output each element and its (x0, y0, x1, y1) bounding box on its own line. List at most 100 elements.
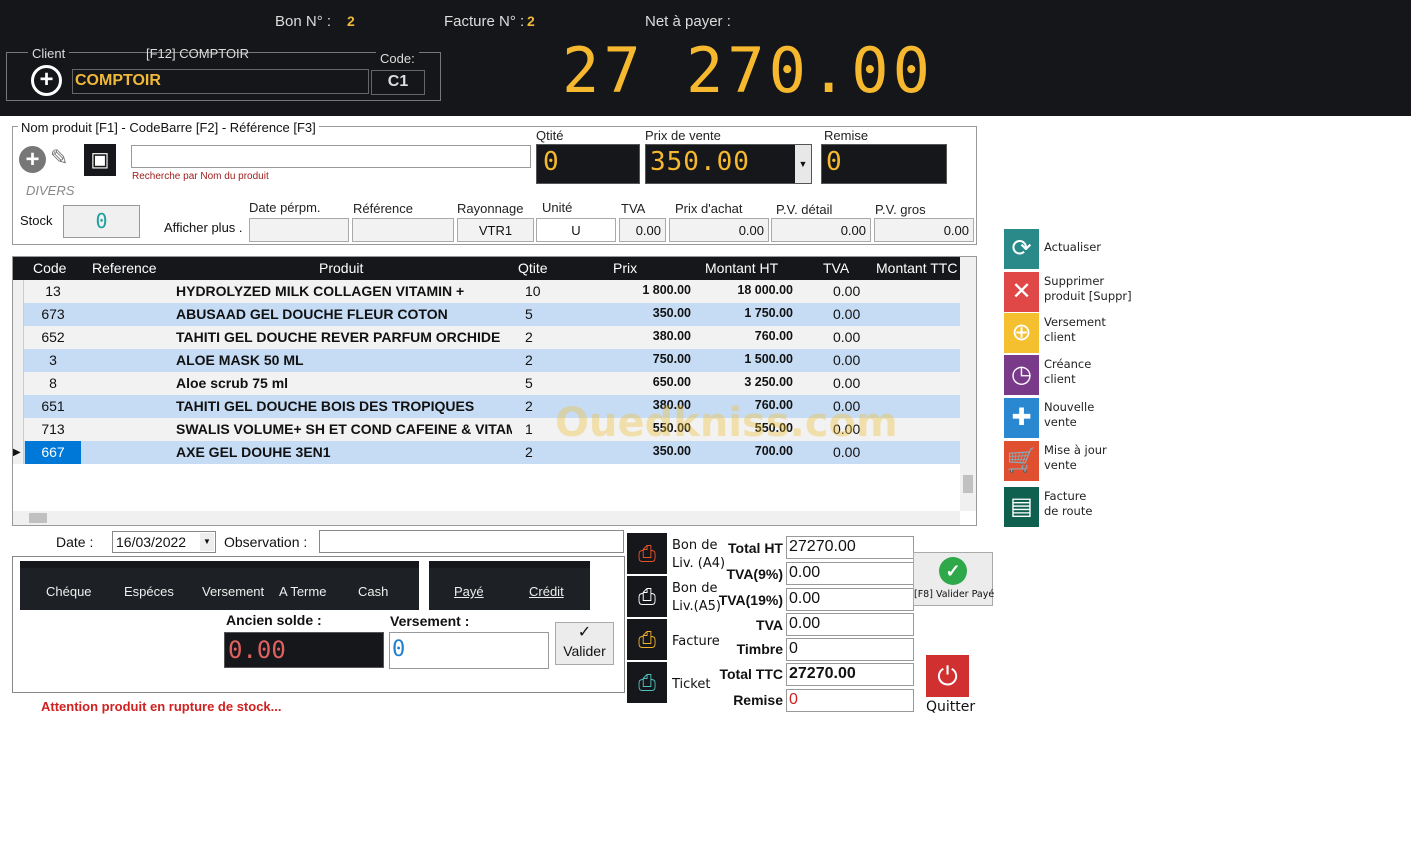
check-circle-icon: ✓ (577, 624, 592, 641)
timbre-field[interactable]: 0 (786, 638, 914, 661)
client-name-field[interactable]: COMPTOIR (72, 69, 369, 94)
printer-icon[interactable]: ⎙ (627, 533, 667, 574)
sidebar-label: Versement (1044, 315, 1106, 329)
row-header[interactable] (13, 280, 24, 303)
code-label: Code: (376, 51, 419, 66)
tva9-label: TVA(9%) (726, 566, 783, 582)
afficher-plus-link[interactable]: Afficher plus . (164, 220, 243, 235)
printer-icon[interactable]: ⎙ (627, 619, 667, 660)
quitter-button[interactable]: Quitter (926, 699, 975, 715)
tab-especes[interactable]: Espéces (124, 584, 174, 599)
chevron-down-icon[interactable]: ▼ (795, 145, 811, 183)
tab-cash[interactable]: Cash (358, 584, 388, 599)
cell-code: 651 (41, 398, 65, 414)
sidebar-item-versement[interactable]: ⊕ Versement client (1004, 313, 1144, 353)
sidebar-item-mise-jour[interactable]: 🛒 Mise à jour vente (1004, 441, 1144, 481)
sidebar-item-supprimer[interactable]: ✕ Supprimer produit [Suppr] (1004, 272, 1144, 312)
pv-detail-label: P.V. détail (776, 202, 833, 217)
power-icon[interactable]: ⏻ (926, 655, 969, 697)
pv-gros-field[interactable]: 0.00 (874, 218, 974, 242)
tab-a-terme[interactable]: A Terme (279, 584, 326, 599)
valider-versement-button[interactable]: ✓ Valider (555, 622, 614, 665)
cell-produit: AXE GEL DOUHE 3EN1 (176, 444, 331, 460)
table-row[interactable]: 652 TAHITI GEL DOUCHE REVER PARFUM ORCHID… (13, 326, 960, 349)
printer-icon[interactable]: ⎙ (627, 576, 667, 617)
col-montant-ht[interactable]: Montant HT (705, 260, 778, 276)
valider-paye-button[interactable]: ✓ [F8] Valider Payé (913, 552, 994, 606)
horizontal-scrollbar[interactable] (13, 511, 960, 525)
sidebar-item-cr-ance[interactable]: ◷ Créance client (1004, 355, 1144, 395)
col-prix[interactable]: Prix (613, 260, 637, 276)
box-icon[interactable]: ▣ (84, 144, 116, 176)
sidebar-label: Facture (1044, 489, 1087, 503)
tab-cheque[interactable]: Chéque (46, 584, 92, 599)
col-qtite[interactable]: Qtite (518, 260, 548, 276)
cell-produit: Aloe scrub 75 ml (176, 375, 289, 391)
row-header[interactable] (13, 303, 24, 326)
cell-code: 713 (41, 421, 65, 437)
tab-versement[interactable]: Versement (202, 584, 264, 599)
sidebar-item-actualiser[interactable]: ⟳ Actualiser (1004, 229, 1144, 269)
row-header[interactable] (13, 395, 24, 418)
client-shortcut[interactable]: [F12] COMPTOIR (146, 46, 249, 61)
total-ttc-label: Total TTC (719, 666, 783, 682)
sidebar-sublabel: vente (1044, 458, 1077, 472)
table-row[interactable]: 3 ALOE MASK 50 ML 2 750.00 1 500.00 0.00 (13, 349, 960, 372)
sales-table[interactable]: Code Reference Produit Qtite Prix Montan… (12, 256, 977, 526)
sidebar-label: Nouvelle (1044, 400, 1095, 414)
col-reference[interactable]: Reference (92, 260, 157, 276)
prix-vente-select[interactable]: 350.00 (645, 144, 812, 184)
sidebar-sublabel: de route (1044, 504, 1093, 518)
versement-input[interactable]: 0 (389, 632, 549, 669)
product-search-input[interactable] (131, 145, 531, 168)
row-header[interactable] (13, 372, 24, 395)
observation-input[interactable] (319, 530, 624, 553)
reference-field[interactable] (352, 218, 454, 242)
sidebar-sublabel: vente (1044, 415, 1077, 429)
product-legend: Nom produit [F1] - CodeBarre [F2] - Réfé… (18, 120, 319, 135)
client-label: Client (28, 46, 70, 61)
date-dropdown-icon[interactable]: ▼ (200, 533, 214, 551)
cell-qte: 10 (525, 283, 541, 299)
col-code[interactable]: Code (33, 260, 66, 276)
sidebar-item-nouvelle[interactable]: ✚ Nouvelle vente (1004, 398, 1144, 438)
cell-code: 673 (41, 306, 65, 322)
sidebar-item-facture[interactable]: ▤ Facture de route (1004, 487, 1144, 527)
client-code-field[interactable]: C1 (371, 70, 425, 95)
row-header[interactable] (13, 418, 24, 441)
rayonnage-field[interactable]: VTR1 (457, 218, 534, 242)
col-produit[interactable]: Produit (319, 260, 363, 276)
cell-mht: 1 500.00 (744, 352, 793, 366)
add-client-icon[interactable]: + (31, 65, 62, 96)
tab-credit[interactable]: Crédit (529, 584, 564, 599)
hscroll-thumb[interactable] (29, 513, 47, 523)
cell-tva: 0.00 (833, 352, 861, 368)
col-tva[interactable]: TVA (823, 260, 849, 276)
table-row[interactable]: 8 Aloe scrub 75 ml 5 650.00 3 250.00 0.00 (13, 372, 960, 395)
prix-achat-field[interactable]: 0.00 (669, 218, 769, 242)
scrollbar-thumb[interactable] (963, 475, 973, 493)
vertical-scrollbar[interactable] (960, 257, 976, 511)
row-header[interactable] (13, 349, 24, 372)
cell-prix: 1 800.00 (642, 283, 691, 297)
remise-input[interactable]: 0 (821, 144, 947, 184)
tva-field[interactable]: 0.00 (619, 218, 666, 242)
cell-tva: 0.00 (833, 375, 861, 391)
add-product-icon[interactable]: + (19, 146, 46, 173)
valider-label: Valider (563, 643, 606, 659)
divers-label: DIVERS (26, 183, 75, 198)
row-header[interactable] (13, 326, 24, 349)
tab-paye[interactable]: Payé (454, 584, 484, 599)
qtite-input[interactable]: 0 (536, 144, 640, 184)
date-perm-field[interactable] (249, 218, 349, 242)
tva19-label: TVA(19%) (718, 592, 783, 608)
row-header[interactable]: ▶ (13, 441, 24, 464)
unite-field[interactable]: U (536, 218, 616, 242)
remise-total-field[interactable]: 0 (786, 689, 914, 712)
edit-icon[interactable]: ✎ (50, 145, 68, 171)
printer-icon[interactable]: ⎙ (627, 662, 667, 703)
table-row[interactable]: 13 HYDROLYZED MILK COLLAGEN VITAMIN + 10 1 … (13, 280, 960, 303)
table-row[interactable]: 673 ABUSAAD GEL DOUCHE FLEUR COTON 5 350.00… (13, 303, 960, 326)
col-montant-ttc[interactable]: Montant TTC (876, 260, 960, 276)
pv-detail-field[interactable]: 0.00 (771, 218, 871, 242)
